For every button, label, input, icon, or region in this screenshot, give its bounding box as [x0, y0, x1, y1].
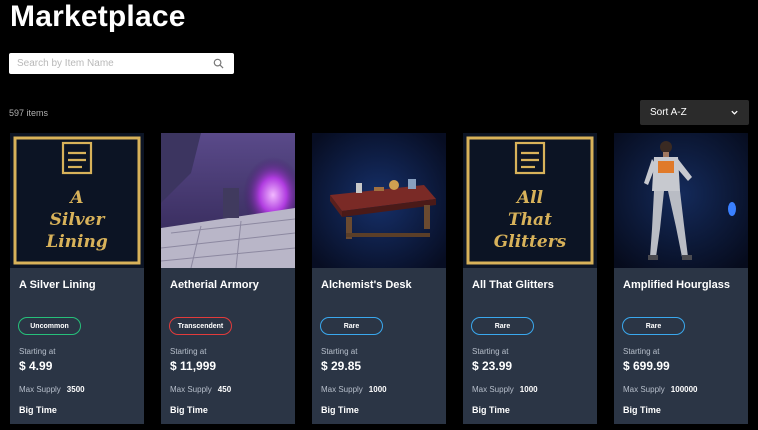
item-card[interactable]: All That Glitters All That Glitters Rare… [463, 133, 597, 424]
max-supply-value: 100000 [670, 385, 698, 394]
art-text-line: Glitters [494, 232, 567, 252]
rarity-badge: Rare [622, 317, 685, 335]
item-price: $ 23.99 [472, 359, 513, 373]
game-name: Big Time [321, 405, 359, 415]
game-name: Big Time [623, 405, 661, 415]
max-supply-label: Max Supply [623, 385, 665, 394]
sort-dropdown[interactable]: Sort A-Z [640, 100, 749, 125]
page-title: Marketplace [10, 0, 186, 33]
search-icon[interactable] [213, 58, 224, 69]
starting-at-label: Starting at [19, 347, 56, 356]
item-card[interactable]: A Silver Lining A Silver Lining Uncommon… [10, 133, 144, 424]
art-text-line: Lining [45, 232, 108, 252]
max-supply-value: 3500 [66, 385, 85, 394]
item-image [312, 133, 446, 268]
game-name: Big Time [170, 405, 208, 415]
starting-at-label: Starting at [321, 347, 358, 356]
item-name: All That Glitters [472, 279, 554, 291]
item-image [614, 133, 748, 268]
rarity-badge: Transcendent [169, 317, 232, 335]
max-supply: Max Supply 450 [170, 385, 231, 394]
starting-at-label: Starting at [623, 347, 660, 356]
item-name: Aetherial Armory [170, 279, 259, 291]
item-card[interactable]: Alchemist's Desk Rare Starting at $ 29.8… [312, 133, 446, 424]
item-card[interactable]: Aetherial Armory Transcendent Starting a… [161, 133, 295, 424]
art-text-line: A [68, 188, 83, 208]
item-name: Alchemist's Desk [321, 279, 412, 291]
art-text-line: That [508, 210, 552, 230]
item-count: 597 items [9, 108, 49, 118]
rarity-badge: Rare [471, 317, 534, 335]
item-price: $ 699.99 [623, 359, 670, 373]
item-price: $ 29.85 [321, 359, 362, 373]
max-supply-label: Max Supply [472, 385, 514, 394]
max-supply-value: 1000 [368, 385, 387, 394]
chevron-down-icon [731, 110, 738, 115]
max-supply: Max Supply 1000 [472, 385, 538, 394]
max-supply-label: Max Supply [170, 385, 212, 394]
search-box[interactable] [9, 53, 234, 74]
max-supply: Max Supply 3500 [19, 385, 85, 394]
max-supply-value: 450 [217, 385, 232, 394]
item-image [161, 133, 295, 269]
max-supply-value: 1000 [519, 385, 538, 394]
max-supply: Max Supply 100000 [623, 385, 698, 394]
item-card[interactable]: Amplified Hourglass Rare Starting at $ 6… [614, 133, 748, 424]
max-supply: Max Supply 1000 [321, 385, 387, 394]
item-price: $ 11,999 [170, 359, 217, 373]
item-name: Amplified Hourglass [623, 279, 730, 291]
sort-label: Sort A-Z [650, 107, 687, 118]
starting-at-label: Starting at [472, 347, 509, 356]
max-supply-label: Max Supply [19, 385, 61, 394]
art-text-line: All [515, 188, 544, 208]
max-supply-label: Max Supply [321, 385, 363, 394]
rarity-badge: Rare [320, 317, 383, 335]
starting-at-label: Starting at [170, 347, 207, 356]
search-input[interactable] [9, 53, 199, 74]
art-text-line: Silver [50, 210, 106, 230]
rarity-badge: Uncommon [18, 317, 81, 335]
game-name: Big Time [472, 405, 510, 415]
game-name: Big Time [19, 405, 57, 415]
item-image: A Silver Lining [10, 133, 144, 268]
item-price: $ 4.99 [19, 359, 53, 373]
item-name: A Silver Lining [19, 279, 96, 291]
item-image: All That Glitters [463, 133, 597, 268]
